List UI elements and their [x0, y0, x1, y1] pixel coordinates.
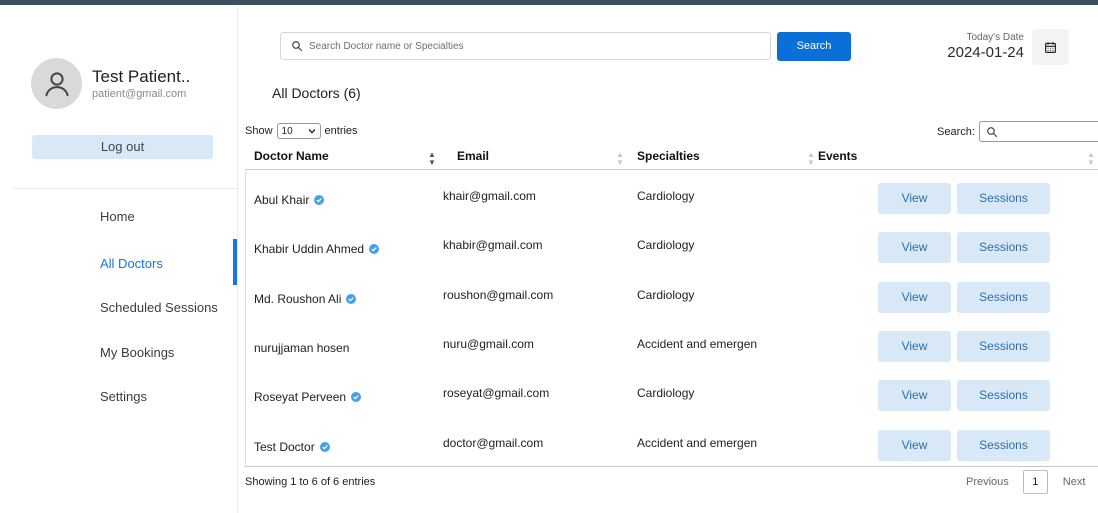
view-button[interactable]: View	[878, 232, 951, 263]
doctor-specialty: Cardiology	[637, 386, 695, 400]
doctor-specialty: Cardiology	[637, 288, 695, 302]
table-search-input[interactable]	[978, 121, 1098, 142]
table-search: Search:	[937, 121, 1098, 142]
verified-badge-icon	[314, 195, 325, 205]
view-button[interactable]: View	[878, 282, 951, 313]
table-row: Khabir Uddin Ahmed khabir@gmail.com Card…	[245, 220, 1098, 269]
doctor-name: Md. Roushon Ali	[254, 292, 342, 306]
show-entries-control: Show 10 entries	[245, 123, 358, 139]
doctor-name-cell: Roseyat Perveen	[254, 390, 362, 404]
verified-badge-icon	[319, 442, 330, 452]
doctor-name-cell: Khabir Uddin Ahmed	[254, 242, 380, 256]
doctor-name-cell: nurujjaman hosen	[254, 341, 349, 355]
sessions-button[interactable]: Sessions	[957, 232, 1050, 263]
search-icon	[987, 126, 998, 137]
doctor-specialty: Accident and emergen	[637, 436, 758, 450]
sort-icon[interactable]: ▲ ▼	[1087, 151, 1095, 167]
sessions-button[interactable]: Sessions	[957, 282, 1050, 313]
column-header-events[interactable]: Events	[818, 149, 857, 163]
sessions-button[interactable]: Sessions	[957, 380, 1050, 411]
table-header: Doctor Name ▲ ▼ Email ▲ ▼ Specialties ▲ ▼ E…	[245, 144, 1098, 170]
doctor-name: nurujjaman hosen	[254, 341, 350, 355]
page-title: All Doctors (6)	[272, 85, 361, 101]
doctor-name: Khabir Uddin Ahmed	[254, 242, 365, 256]
doctor-name: Test Doctor	[254, 440, 315, 454]
doctor-email: roseyat@gmail.com	[443, 386, 550, 400]
sidebar-item-settings[interactable]: Settings	[100, 389, 147, 404]
show-label: Show	[245, 125, 273, 137]
table-row: Abul Khair khair@gmail.com Cardiology Vi…	[245, 171, 1098, 220]
user-profile: Test Patient.. patient@gmail.com	[31, 58, 190, 109]
entries-label: entries	[324, 125, 358, 137]
doctor-specialty: Cardiology	[637, 238, 695, 252]
sidebar-item-all-doctors[interactable]: All Doctors	[100, 256, 163, 271]
sort-asc-icon[interactable]: ▲ ▼	[428, 151, 436, 167]
doctor-name-cell: Test Doctor	[254, 440, 330, 454]
date-value: 2024-01-24	[947, 44, 1024, 61]
view-button[interactable]: View	[878, 331, 951, 362]
verified-badge-icon	[369, 244, 380, 254]
entries-select-value: 10	[281, 125, 293, 137]
next-page-button[interactable]: Next	[1063, 476, 1086, 488]
doctor-name: Abul Khair	[254, 193, 310, 207]
doctor-email: khair@gmail.com	[443, 189, 536, 203]
column-header-doctor-name[interactable]: Doctor Name	[254, 149, 329, 163]
table-search-label: Search:	[937, 125, 975, 138]
user-email: patient@gmail.com	[92, 87, 187, 100]
doctor-search-box	[280, 32, 771, 60]
table-row: Roseyat Perveen roseyat@gmail.com Cardio…	[245, 368, 1098, 417]
doctor-name-cell: Md. Roushon Ali	[254, 292, 357, 306]
page-number-button[interactable]: 1	[1022, 470, 1048, 494]
today-date: Today's Date 2024-01-24	[947, 32, 1024, 62]
sessions-button[interactable]: Sessions	[957, 183, 1050, 214]
column-header-specialties[interactable]: Specialties	[637, 149, 700, 163]
sidebar-item-home[interactable]: Home	[100, 209, 135, 224]
user-name: Test Patient..	[92, 66, 191, 86]
sidebar-divider	[12, 188, 238, 189]
sidebar-item-my-bookings[interactable]: My Bookings	[100, 345, 174, 360]
pagination: Previous 1 Next	[966, 470, 1085, 494]
calendar-button[interactable]	[1032, 29, 1069, 65]
doctor-specialty: Accident and emergen	[637, 337, 758, 351]
sessions-button[interactable]: Sessions	[957, 430, 1050, 461]
doctor-email: khabir@gmail.com	[443, 238, 543, 252]
user-icon	[44, 71, 69, 96]
sidebar-item-scheduled-sessions[interactable]: Scheduled Sessions	[100, 300, 218, 315]
doctor-name-cell: Abul Khair	[254, 193, 325, 207]
column-header-email[interactable]: Email	[457, 149, 489, 163]
doctor-email: doctor@gmail.com	[443, 436, 544, 450]
date-label: Today's Date	[966, 32, 1025, 43]
doctor-email: roushon@gmail.com	[443, 288, 554, 302]
doctor-specialty: Cardiology	[637, 189, 695, 203]
entries-select[interactable]: 10	[276, 123, 321, 139]
table-row: nurujjaman hosen nuru@gmail.com Accident…	[245, 319, 1098, 368]
calendar-icon	[1045, 41, 1056, 53]
search-button[interactable]: Search	[777, 32, 851, 61]
doctor-name: Roseyat Perveen	[254, 390, 347, 404]
view-button[interactable]: View	[878, 430, 951, 461]
search-icon	[292, 41, 303, 52]
view-button[interactable]: View	[878, 183, 951, 214]
table-row: Md. Roushon Ali roushon@gmail.com Cardio…	[245, 270, 1098, 319]
avatar	[31, 58, 82, 109]
doctor-email: nuru@gmail.com	[443, 337, 534, 351]
sort-icon[interactable]: ▲ ▼	[807, 151, 815, 167]
table-info: Showing 1 to 6 of 6 entries	[245, 476, 376, 488]
verified-badge-icon	[351, 392, 362, 402]
sort-icon[interactable]: ▲ ▼	[616, 151, 624, 167]
view-button[interactable]: View	[878, 380, 951, 411]
table-bottom-border	[245, 466, 1098, 467]
chevron-down-icon	[308, 129, 316, 134]
table-row: Test Doctor doctor@gmail.com Accident an…	[245, 418, 1098, 467]
logout-button[interactable]: Log out	[32, 135, 213, 159]
verified-badge-icon	[346, 294, 357, 304]
active-nav-indicator	[233, 239, 237, 285]
sessions-button[interactable]: Sessions	[957, 331, 1050, 362]
previous-page-button[interactable]: Previous	[966, 476, 1009, 488]
doctor-search-input[interactable]	[309, 40, 749, 52]
